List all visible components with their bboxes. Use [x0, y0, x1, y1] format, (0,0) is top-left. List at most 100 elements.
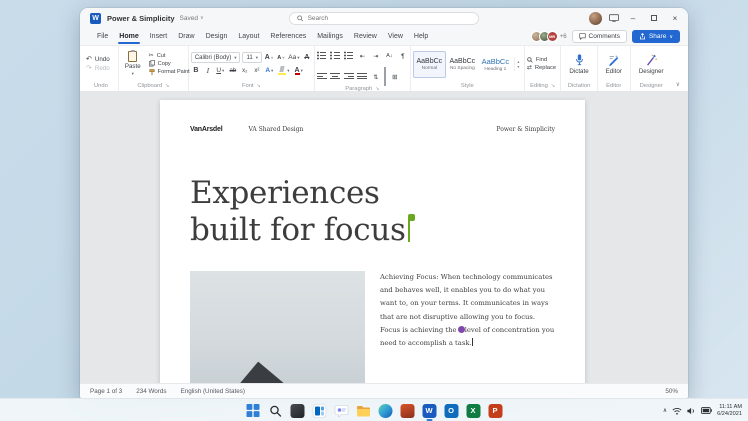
volume-icon[interactable]: [687, 407, 696, 415]
subscript-button[interactable]: x₂: [240, 65, 250, 76]
word-count[interactable]: 234 Words: [136, 388, 166, 395]
designer-button[interactable]: Designer: [633, 54, 670, 75]
italic-button[interactable]: I: [203, 65, 213, 76]
style-no-spacing[interactable]: AaBbCc No Spacing: [446, 51, 479, 78]
justify-button[interactable]: [357, 68, 368, 86]
undo-button[interactable]: ↶ Undo: [86, 56, 110, 63]
editor-button[interactable]: Editor: [600, 54, 628, 75]
style-normal[interactable]: AaBbCc Normal: [412, 50, 446, 78]
cut-button[interactable]: ✂ Cut: [149, 53, 190, 59]
highlight-button[interactable]: ▾: [277, 65, 291, 76]
language-status[interactable]: English (United States): [181, 388, 245, 395]
document-heading[interactable]: Experiences built for focus: [190, 175, 555, 249]
outlook-button[interactable]: O: [444, 403, 459, 418]
align-center-icon: [330, 72, 341, 81]
battery-icon[interactable]: [701, 407, 712, 414]
copy-button[interactable]: Copy: [148, 60, 190, 67]
font-size-select[interactable]: 11 ▾: [242, 52, 262, 63]
bold-button[interactable]: B: [191, 65, 201, 76]
maximize-button[interactable]: [647, 14, 661, 23]
tab-design[interactable]: Design: [201, 30, 233, 44]
search-box[interactable]: [289, 11, 479, 25]
clear-formatting-button[interactable]: A: [302, 52, 312, 63]
text-effects-button[interactable]: A ▾: [264, 65, 275, 76]
dialog-launcher-icon[interactable]: ↘: [165, 83, 169, 89]
format-painter-button[interactable]: Format Paint: [149, 68, 190, 76]
font-color-button[interactable]: A ▾: [293, 65, 304, 76]
tab-view[interactable]: View: [383, 30, 408, 44]
tab-insert[interactable]: Insert: [145, 30, 173, 44]
show-formatting-button[interactable]: ¶: [398, 51, 408, 62]
align-left-button[interactable]: [316, 68, 327, 86]
office-button[interactable]: [400, 403, 415, 418]
tab-review[interactable]: Review: [349, 30, 382, 44]
shrink-font-button[interactable]: A ˅: [276, 52, 286, 63]
align-right-button[interactable]: [343, 68, 354, 86]
file-explorer-button[interactable]: [356, 403, 371, 418]
grow-font-button[interactable]: A ˄: [264, 52, 274, 63]
start-button[interactable]: [246, 403, 261, 418]
tab-help[interactable]: Help: [409, 30, 433, 44]
save-status[interactable]: Saved ∨: [180, 15, 204, 22]
document-page[interactable]: VanArsdel VA Shared Design Power & Simpl…: [160, 100, 585, 383]
page-count[interactable]: Page 1 of 3: [90, 388, 122, 395]
close-button[interactable]: ×: [668, 14, 682, 23]
word-taskbar-button[interactable]: W: [422, 403, 437, 421]
collapse-ribbon-button[interactable]: ∨: [672, 46, 684, 91]
style-heading-1[interactable]: AaBbCc Heading 1: [479, 51, 512, 78]
comments-button[interactable]: Comments: [571, 30, 627, 43]
collaborator-overflow-count[interactable]: +6: [560, 34, 567, 40]
chat-button[interactable]: [334, 403, 349, 418]
bullets-button[interactable]: [316, 47, 327, 65]
font-family-select[interactable]: Calibri (Body) ▾: [190, 52, 241, 63]
minimize-button[interactable]: –: [626, 14, 640, 23]
share-button[interactable]: Share ∨: [631, 30, 680, 43]
tab-file[interactable]: File: [92, 30, 113, 44]
find-button[interactable]: Find: [527, 57, 556, 63]
tab-mailings[interactable]: Mailings: [312, 30, 348, 44]
tab-home[interactable]: Home: [114, 30, 143, 44]
tab-references[interactable]: References: [265, 30, 311, 44]
styles-scroll-down-button[interactable]: ▾: [517, 64, 519, 69]
taskbar-search-button[interactable]: [268, 403, 283, 418]
dialog-launcher-icon[interactable]: ↘: [257, 83, 261, 89]
multilevel-list-button[interactable]: [343, 47, 354, 65]
numbering-button[interactable]: [330, 47, 341, 65]
collaborator-avatar[interactable]: MR: [546, 31, 558, 42]
redo-button[interactable]: ↷ Redo: [86, 65, 110, 72]
replace-button[interactable]: ⇄ Replace: [527, 65, 556, 71]
underline-button[interactable]: U ▾: [215, 65, 226, 76]
change-case-button[interactable]: Aa ▾: [288, 52, 300, 63]
wifi-icon[interactable]: [672, 407, 682, 415]
zoom-level[interactable]: 50%: [665, 388, 678, 395]
excel-button[interactable]: X: [466, 403, 481, 418]
increase-indent-button[interactable]: ⇥: [371, 51, 381, 62]
cut-icon: ✂: [148, 52, 154, 59]
task-view-button[interactable]: [290, 403, 305, 418]
dictate-button[interactable]: Dictate: [563, 53, 594, 75]
user-avatar[interactable]: [589, 11, 602, 25]
document-paragraph[interactable]: Achieving Focus: When technology communi…: [380, 271, 555, 383]
paste-button[interactable]: Paste ▾: [121, 50, 145, 78]
clock[interactable]: 11:11 AM 6/24/2021: [717, 404, 742, 417]
search-input[interactable]: [307, 14, 471, 22]
tray-overflow-button[interactable]: ∧: [663, 407, 667, 414]
dialog-launcher-icon[interactable]: ↘: [551, 83, 555, 89]
strikethrough-button[interactable]: ab: [228, 65, 238, 76]
presenter-mode-icon[interactable]: [609, 14, 619, 22]
superscript-button[interactable]: x²: [252, 65, 262, 76]
collaborator-avatars[interactable]: MR +6: [530, 31, 567, 42]
shading-button[interactable]: [384, 67, 387, 86]
powerpoint-button[interactable]: P: [488, 403, 503, 418]
group-label-editing: Editing: [530, 82, 548, 89]
edge-button[interactable]: [378, 403, 393, 418]
decrease-indent-button[interactable]: ⇤: [357, 51, 367, 62]
tab-layout[interactable]: Layout: [233, 30, 264, 44]
align-center-button[interactable]: [330, 68, 341, 86]
widgets-button[interactable]: [312, 403, 327, 418]
tab-draw[interactable]: Draw: [173, 30, 199, 44]
borders-button[interactable]: ⊞: [390, 72, 400, 83]
sort-button[interactable]: A↓: [384, 51, 394, 62]
line-spacing-button[interactable]: ⇅: [371, 72, 381, 83]
document-image[interactable]: [190, 271, 365, 383]
